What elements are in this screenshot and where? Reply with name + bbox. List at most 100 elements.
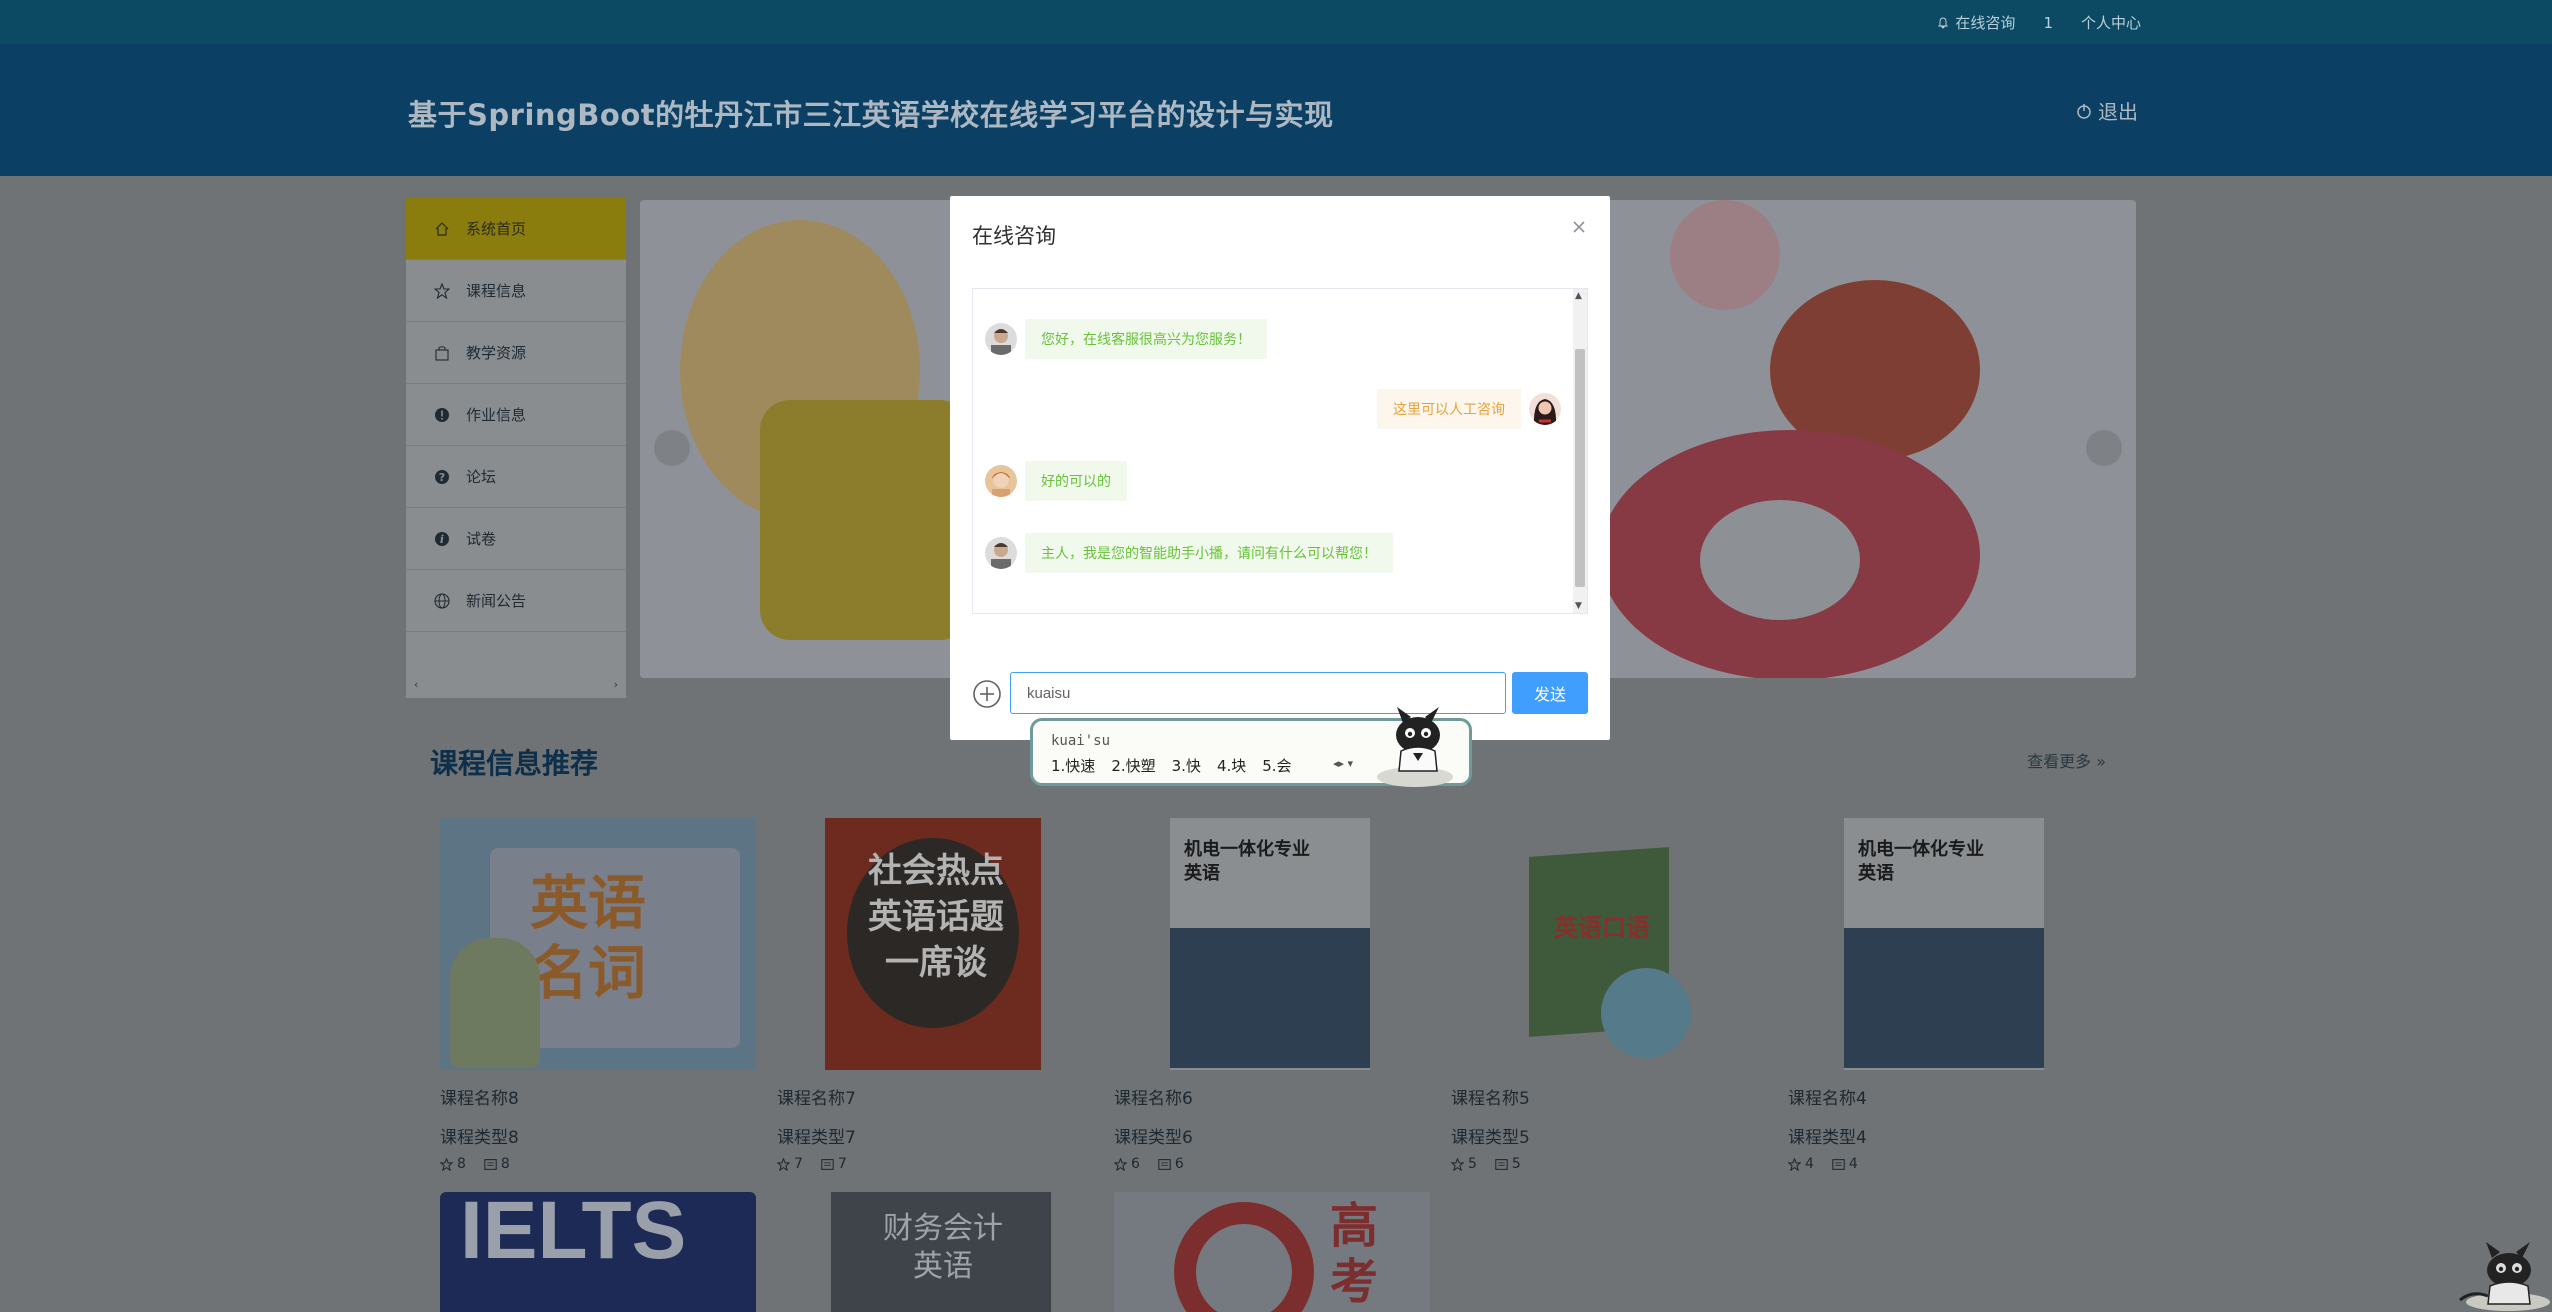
course-name[interactable]: 课程名称4 bbox=[1788, 1084, 2104, 1109]
online-consult-label: 在线咨询 bbox=[1955, 14, 2016, 32]
info-icon: i bbox=[432, 529, 452, 549]
cover-title: 机电一体化专业英语 bbox=[1184, 839, 1310, 884]
sidebar-item-forum[interactable]: ? 论坛 bbox=[406, 446, 626, 508]
online-consult-dialog: 在线咨询 您好，在线客服很高兴为您服务！ 这里可以人工咨询 好的可以的 主人，我… bbox=[950, 196, 1610, 740]
profile-link[interactable]: 个人中心 bbox=[2081, 12, 2141, 33]
course-type: 课程类型5 bbox=[1451, 1128, 1530, 1148]
course-name[interactable]: 课程名称5 bbox=[1451, 1084, 1767, 1109]
ime-candidate[interactable]: 2.快塑 bbox=[1111, 755, 1155, 776]
comment-count: 5 bbox=[1511, 1156, 1521, 1172]
carousel-prev-button[interactable] bbox=[654, 430, 690, 466]
ime-composition: kuai'su bbox=[1051, 733, 1111, 749]
course-card[interactable]: 机电一体化专业英语 课程名称6 课程类型6 6 6 bbox=[1114, 818, 1430, 1172]
banner-ring bbox=[1700, 500, 1860, 620]
course-stats: 6 6 bbox=[1114, 1156, 1430, 1172]
ime-candidate[interactable]: 4.块 bbox=[1217, 755, 1246, 776]
comment-count: 6 bbox=[1174, 1156, 1184, 1172]
cover-title: 英语名词 bbox=[530, 869, 647, 1007]
course-name[interactable]: 课程名称7 bbox=[777, 1084, 1093, 1109]
comment-count: 8 bbox=[500, 1156, 510, 1172]
carousel-next-button[interactable] bbox=[2086, 430, 2122, 466]
course-cover: 英语名词 bbox=[440, 818, 756, 1070]
cover-title: 英语口语 bbox=[1554, 914, 1650, 942]
course-cover: 机电一体化专业英语 bbox=[1788, 818, 2104, 1070]
online-consult-link[interactable]: 在线咨询 bbox=[1937, 12, 2015, 33]
course-card[interactable]: 社会热点英语话题一席谈 课程名称7 课程类型7 7 7 bbox=[777, 818, 1093, 1172]
add-attachment-icon[interactable] bbox=[972, 679, 1002, 709]
course-cover: 机电一体化专业英语 bbox=[1114, 818, 1430, 1070]
ime-candidate[interactable]: 1.快速 bbox=[1051, 755, 1095, 776]
scroll-left-icon[interactable]: ‹ bbox=[414, 678, 418, 698]
star-icon bbox=[777, 1157, 790, 1171]
course-card[interactable]: 高考 bbox=[1114, 1192, 1430, 1312]
sidebar-item-courses[interactable]: 课程信息 bbox=[406, 260, 626, 322]
scroll-right-icon[interactable]: › bbox=[614, 678, 618, 698]
course-type: 课程类型4 bbox=[1788, 1128, 1867, 1148]
sidebar-scrollbar[interactable]: ‹ › bbox=[406, 678, 626, 698]
logout-button[interactable]: 退出 bbox=[2076, 96, 2138, 125]
course-type: 课程类型7 bbox=[777, 1128, 856, 1148]
ime-candidate[interactable]: 5.会 bbox=[1262, 755, 1291, 776]
message-bubble: 好的可以的 bbox=[1025, 461, 1127, 501]
scrollbar-thumb[interactable] bbox=[1575, 349, 1585, 587]
course-stats: 8 8 bbox=[440, 1156, 756, 1172]
course-name[interactable]: 课程名称8 bbox=[440, 1084, 756, 1109]
notification-count[interactable]: 1 bbox=[2043, 12, 2053, 33]
svg-text:?: ? bbox=[439, 471, 445, 484]
banner-balloon bbox=[1670, 200, 1780, 310]
alert-icon bbox=[432, 405, 452, 425]
view-more-link[interactable]: 查看更多 » bbox=[2027, 748, 2106, 772]
scroll-down-icon[interactable]: ▼ bbox=[1575, 601, 1582, 611]
course-name[interactable]: 课程名称6 bbox=[1114, 1084, 1430, 1109]
comment-icon bbox=[1158, 1158, 1171, 1170]
banner-cartoon-letter bbox=[760, 400, 970, 640]
course-card[interactable]: 机电一体化专业英语 课程名称4 课程类型4 4 4 bbox=[1788, 818, 2104, 1172]
ime-page-arrows-icon[interactable]: ◂▸ ▾ bbox=[1333, 757, 1353, 770]
message-bubble: 主人，我是您的智能助手小播，请问有什么可以帮您！ bbox=[1025, 533, 1393, 573]
sidebar-item-label: 论坛 bbox=[466, 468, 497, 486]
scroll-up-icon[interactable]: ▲ bbox=[1575, 291, 1582, 301]
course-stats: 5 5 bbox=[1451, 1156, 1767, 1172]
close-icon[interactable] bbox=[1568, 216, 1590, 238]
chat-scrollbar[interactable]: ▲ ▼ bbox=[1573, 289, 1587, 613]
svg-text:i: i bbox=[440, 533, 444, 546]
comment-icon bbox=[484, 1158, 497, 1170]
star-icon bbox=[1451, 1157, 1464, 1171]
sidebar-menu: 系统首页 课程信息 教学资源 作业信息 ? 论坛 i 试卷 新闻公告 ‹ › bbox=[406, 198, 626, 698]
course-cover: IELTS bbox=[440, 1192, 756, 1312]
home-icon bbox=[432, 219, 452, 239]
question-icon: ? bbox=[432, 467, 452, 487]
course-card[interactable]: 英语名词 课程名称8 课程类型8 8 8 bbox=[440, 818, 756, 1172]
bag-icon bbox=[432, 343, 452, 363]
cover-title: 机电一体化专业英语 bbox=[1858, 839, 1984, 884]
sidebar-item-label: 作业信息 bbox=[466, 406, 527, 424]
star-icon bbox=[432, 281, 452, 301]
sidebar-item-label: 试卷 bbox=[466, 530, 497, 548]
sidebar-item-homework[interactable]: 作业信息 bbox=[406, 384, 626, 446]
course-card[interactable]: IELTS bbox=[440, 1192, 756, 1312]
ime-candidate[interactable]: 3.快 bbox=[1172, 755, 1201, 776]
agent-avatar bbox=[985, 465, 1017, 497]
course-card[interactable]: 财务会计英语 bbox=[777, 1192, 1093, 1312]
course-type: 课程类型8 bbox=[440, 1128, 519, 1148]
chat-history[interactable]: 您好，在线客服很高兴为您服务！ 这里可以人工咨询 好的可以的 主人，我是您的智能… bbox=[972, 288, 1588, 614]
sidebar-item-news[interactable]: 新闻公告 bbox=[406, 570, 626, 632]
top-bar: 在线咨询 1 个人中心 bbox=[0, 0, 2552, 44]
course-type: 课程类型6 bbox=[1114, 1128, 1193, 1148]
star-icon bbox=[440, 1157, 453, 1171]
bell-icon bbox=[1938, 16, 1949, 29]
sidebar-item-home[interactable]: 系统首页 bbox=[406, 198, 626, 260]
cover-title: 社会热点英语话题一席谈 bbox=[868, 851, 1004, 983]
like-count: 7 bbox=[794, 1156, 803, 1172]
like-count: 8 bbox=[457, 1156, 466, 1172]
chat-message: 好的可以的 bbox=[985, 461, 1127, 501]
section-title: 课程信息推荐 bbox=[430, 747, 599, 780]
like-count: 6 bbox=[1131, 1156, 1140, 1172]
site-title: 基于SpringBoot的牡丹江市三江英语学校在线学习平台的设计与实现 bbox=[408, 98, 1334, 132]
sidebar-item-resources[interactable]: 教学资源 bbox=[406, 322, 626, 384]
send-button[interactable]: 发送 bbox=[1512, 672, 1588, 714]
power-icon bbox=[2077, 103, 2091, 119]
sidebar-item-exams[interactable]: i 试卷 bbox=[406, 508, 626, 570]
course-card[interactable]: 英语口语 课程名称5 课程类型5 5 5 bbox=[1451, 818, 1767, 1172]
comment-count: 4 bbox=[1848, 1156, 1858, 1172]
